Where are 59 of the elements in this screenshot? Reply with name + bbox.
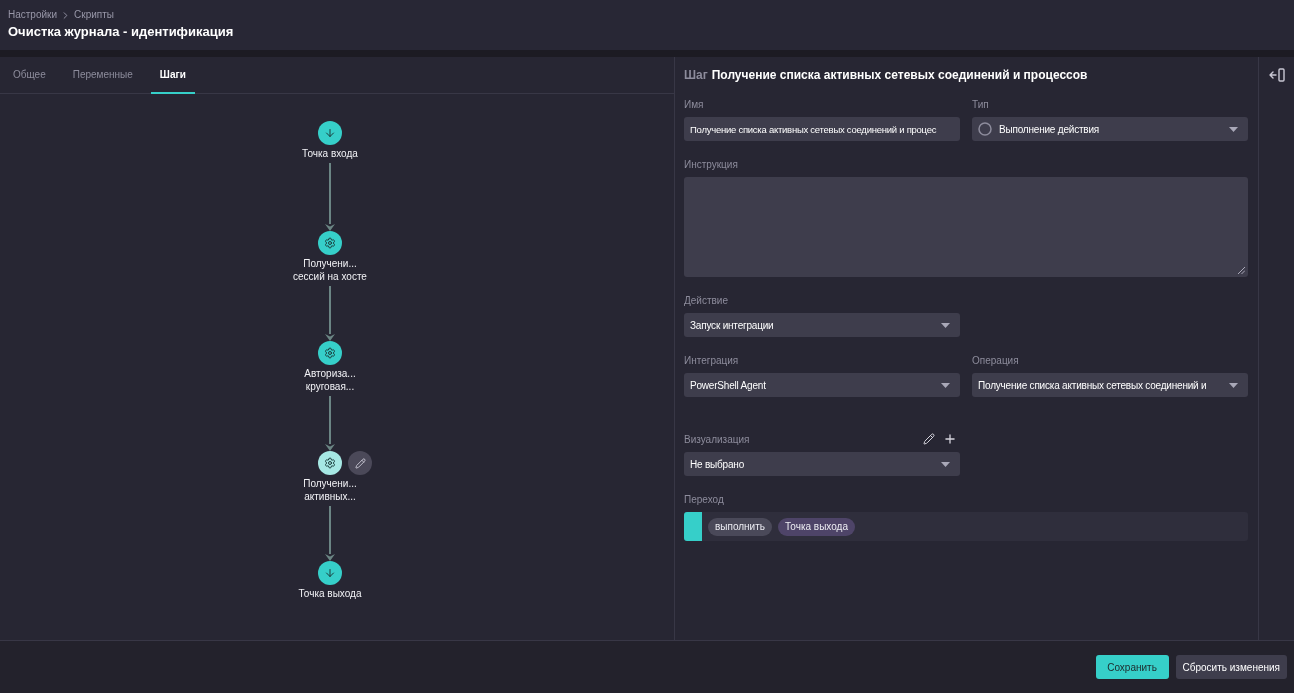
reset-button[interactable]: Сбросить изменения [1175,655,1287,679]
step-node[interactable] [318,121,342,145]
page-title: Очистка журнала - идентификация [8,23,235,41]
save-button[interactable]: Сохранить [1095,655,1169,679]
field-label: Операция [972,354,1019,367]
step-label: Авториза... круговая... [304,367,356,393]
marker-strip-icon [684,512,702,541]
select-field[interactable]: Запуск интеграции [684,313,960,337]
step-label: Получени... активных... [303,477,357,503]
step-node[interactable] [318,341,342,365]
pencil-icon [354,457,366,469]
select-field[interactable]: Не выбрано [684,452,960,476]
field-label: Действие [684,294,728,307]
select-field[interactable]: PowerShell Agent [684,373,960,397]
pencil-icon[interactable] [923,433,935,445]
select-field[interactable]: Выполнение действия [972,117,1248,141]
field-label: Визуализация [684,432,750,446]
textarea-field[interactable] [684,177,1248,277]
arrow-down-icon [324,567,336,579]
connector-arrow [325,286,335,341]
transition-tag[interactable]: выполнить [708,517,772,536]
tab[interactable]: Переменные [63,57,142,94]
tab[interactable]: Общее [4,57,55,94]
resize-grip-icon [1238,267,1245,274]
step-label: Точка выхода [298,587,362,600]
panel-collapse-icon[interactable] [1268,68,1285,82]
caret-icon [941,382,950,388]
step-label: Точка входа [302,147,358,160]
field-label: Интеграция [684,354,739,367]
caret-icon [941,461,950,467]
step-label: Получени... сессий на хосте [293,257,367,283]
plus-icon[interactable] [943,432,957,446]
step-node[interactable] [318,561,342,585]
field-label: Тип [972,98,989,111]
step-prefix-label: Шаг [684,68,708,82]
text-field[interactable]: Получение списка активных сетевых соединений и процес [684,117,960,141]
gear-icon [324,457,336,469]
field-label: Переход [684,493,724,506]
breadcrumb-link[interactable]: Скрипты [74,8,114,22]
connector-arrow [325,396,335,451]
caret-icon [1229,382,1238,388]
arrow-down-icon [324,127,336,139]
connector-arrow [325,506,335,561]
gear-icon [324,237,336,249]
connector-arrow [325,163,335,231]
tab[interactable]: Шаги [150,57,195,94]
edit-button[interactable] [348,451,372,475]
select-field[interactable]: Получение списка активных сетевых соединений и [972,373,1248,397]
step-node[interactable] [318,231,342,255]
caret-icon [1229,126,1238,132]
field-label: Имя [684,98,704,111]
gear-icon [324,347,336,359]
field-label: Инструкция [684,158,738,171]
breadcrumb-link[interactable]: Настройки [8,8,58,22]
caret-icon [941,322,950,328]
step-title: Получение списка активных сетевых соединений и процессов [711,68,1088,82]
transition-tag[interactable]: Точка выхода [778,517,855,536]
step-node[interactable] [318,451,342,475]
ring-icon [978,122,992,136]
